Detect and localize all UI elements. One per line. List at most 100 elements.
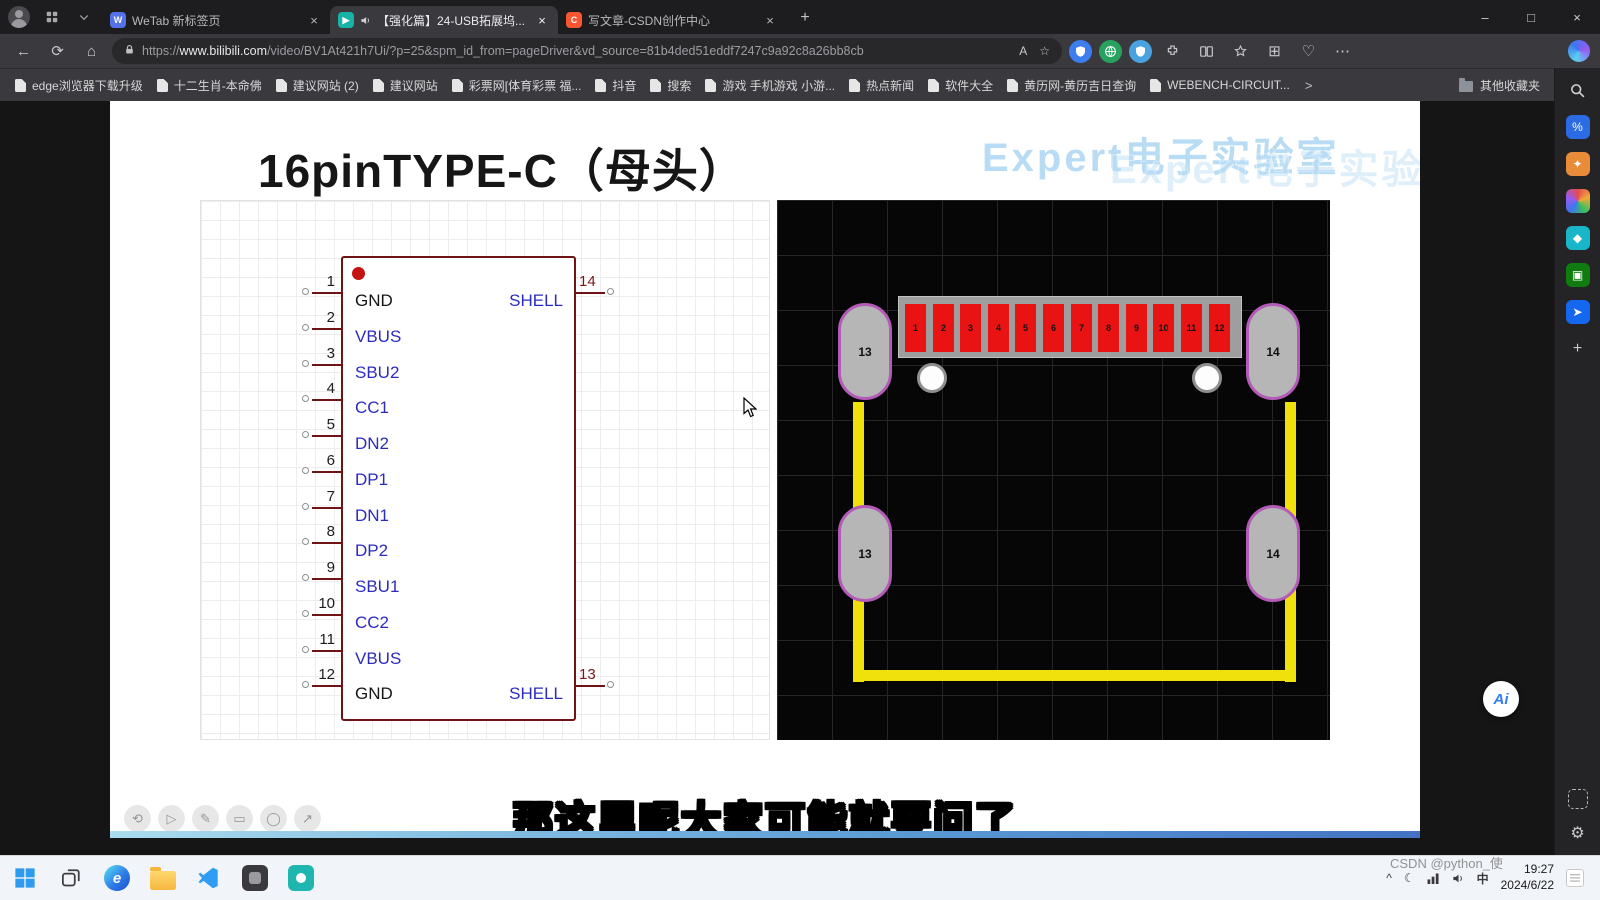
- sidebar-photos-icon[interactable]: [1565, 189, 1590, 213]
- sidebar-capture-icon[interactable]: [1567, 789, 1588, 809]
- bookmark-list: edge浏览器下载升级 十二生肖-本命佛 建议网站 (2) 建议网站 彩票网[体育彩票 …: [8, 73, 1297, 98]
- back-button[interactable]: ←: [10, 38, 37, 64]
- bookmark-item[interactable]: WEBENCH-CIRCUIT...: [1143, 74, 1297, 96]
- bookmark-label: 抖音: [612, 78, 637, 93]
- pcb-pad: 1: [905, 304, 926, 352]
- bookmark-label: 建议网站 (2): [292, 78, 359, 93]
- pin-label: DN1: [355, 506, 390, 525]
- browser-tab[interactable]: W WeTab 新标签页 ×: [102, 6, 330, 34]
- taskbar-explorer-icon[interactable]: [146, 861, 180, 895]
- browser-tab[interactable]: ▶ 【强化篇】24-USB拓展坞... ×: [330, 6, 558, 34]
- sidebar-bottom-icons: ⚙: [1555, 789, 1600, 845]
- home-button[interactable]: ⌂: [78, 38, 105, 64]
- sidebar-send-icon[interactable]: ➤: [1565, 300, 1590, 324]
- split-screen-icon[interactable]: [1193, 38, 1220, 64]
- sidebar-search-icon[interactable]: [1566, 78, 1590, 102]
- pcb-oval-pad: 13: [838, 505, 892, 602]
- browser-tab[interactable]: C 写文章-CSDN创作中心 ×: [558, 6, 786, 34]
- extensions-puzzle-icon[interactable]: [1159, 38, 1186, 64]
- tab-audio-icon[interactable]: [360, 15, 371, 26]
- ai-assistant-button[interactable]: Ai: [1483, 681, 1519, 717]
- sidebar-settings-icon[interactable]: ⚙: [1566, 821, 1590, 845]
- profile-avatar[interactable]: [8, 6, 30, 28]
- favorites-icon[interactable]: [1227, 38, 1254, 64]
- ime-indicator[interactable]: 中: [1477, 870, 1489, 887]
- minimize-button[interactable]: –: [1462, 0, 1508, 34]
- bookmark-item[interactable]: 黄历网-黄历吉日查询: [1000, 73, 1143, 98]
- extension-generic-icon[interactable]: [1129, 39, 1152, 63]
- video-player[interactable]: 16pinTYPE-C（母头） Expert电子实验室 Expert电子实验室 …: [110, 101, 1420, 838]
- pin-wire: [312, 507, 341, 509]
- bookmarks-overflow-button[interactable]: >: [1297, 78, 1321, 93]
- maximize-button[interactable]: □: [1508, 0, 1554, 34]
- pin-label: DP1: [355, 470, 389, 489]
- start-button[interactable]: [8, 861, 42, 895]
- bookmark-item[interactable]: 十二生肖-本命佛: [150, 73, 269, 98]
- clock-date: 2024/6/22: [1500, 878, 1554, 892]
- close-window-button[interactable]: ×: [1554, 0, 1600, 34]
- pin-number: 4: [326, 380, 335, 397]
- bookmark-item[interactable]: 建议网站: [366, 73, 445, 98]
- taskbar-clock[interactable]: 19:27 2024/6/22: [1501, 862, 1554, 893]
- pin-label: SHELL: [509, 291, 563, 310]
- network-icon[interactable]: [1427, 872, 1440, 884]
- pin-label: VBUS: [355, 649, 402, 668]
- bookmark-label: 建议网站: [389, 78, 438, 93]
- tab-close-icon[interactable]: ×: [762, 12, 778, 28]
- tab-close-icon[interactable]: ×: [306, 12, 322, 28]
- workspaces-icon[interactable]: [42, 7, 62, 27]
- bookmark-item[interactable]: edge浏览器下载升级: [8, 73, 150, 98]
- tray-expand-icon[interactable]: ^: [1386, 871, 1392, 885]
- favorite-star-icon[interactable]: ☆: [1039, 44, 1050, 58]
- sidebar-add-icon[interactable]: +: [1566, 337, 1590, 361]
- sidebar-designer-icon[interactable]: ◆: [1565, 226, 1590, 250]
- more-menu-icon[interactable]: ⋯: [1329, 38, 1356, 64]
- new-tab-button[interactable]: +: [792, 5, 818, 31]
- other-favorites-label: 其他收藏夹: [1479, 78, 1540, 93]
- tab-title: 写文章-CSDN创作中心: [588, 13, 710, 28]
- extension-shield-icon[interactable]: [1069, 39, 1092, 63]
- page-icon: [1007, 78, 1019, 92]
- volume-icon[interactable]: [1452, 873, 1465, 884]
- tab-favicon: C: [566, 12, 582, 28]
- task-view-button[interactable]: [54, 861, 88, 895]
- pcb-pad: 12: [1209, 304, 1230, 352]
- tab-close-icon[interactable]: ×: [534, 12, 550, 28]
- page-content: 16pinTYPE-C（母头） Expert电子实验室 Expert电子实验室 …: [0, 101, 1554, 855]
- taskbar-pinned-app-icon-1[interactable]: [238, 861, 272, 895]
- notification-icon[interactable]: [1566, 869, 1584, 887]
- extension-globe-icon[interactable]: [1099, 39, 1122, 63]
- bookmark-label: 黄历网-黄历吉日查询: [1024, 78, 1137, 93]
- bookmark-item[interactable]: 搜索: [643, 73, 698, 98]
- sidebar-games-icon[interactable]: ▣: [1565, 263, 1590, 287]
- collections-icon[interactable]: ⊞: [1261, 38, 1288, 64]
- pin-number: 8: [326, 523, 335, 540]
- taskbar-edge-icon[interactable]: e: [100, 861, 134, 895]
- night-mode-icon[interactable]: ☾: [1404, 871, 1415, 885]
- read-aloud-icon[interactable]: A: [1019, 44, 1027, 58]
- bookmark-item[interactable]: 彩票网[体育彩票 福...: [445, 73, 589, 98]
- bookmark-item[interactable]: 抖音: [588, 73, 643, 98]
- copilot-sidebar-icon[interactable]: [1568, 40, 1590, 62]
- pcb-pad: 6: [1043, 304, 1064, 352]
- address-bar[interactable]: https://www.bilibili.com/video/BV1At421h…: [112, 38, 1062, 64]
- sidebar-shopping-icon[interactable]: %: [1565, 115, 1590, 139]
- app-logo: [288, 865, 314, 891]
- taskbar-vscode-icon[interactable]: [192, 861, 226, 895]
- url-domain: www.bilibili.com: [179, 44, 268, 58]
- desktop: W WeTab 新标签页 × ▶ 【强化篇】24-USB拓展坞... × C 写文章-CSDN…: [0, 0, 1600, 900]
- bookmark-item[interactable]: 软件大全: [921, 73, 1000, 98]
- page-icon: [451, 78, 463, 92]
- bookmark-item[interactable]: 游戏 手机游戏 小游...: [698, 73, 842, 98]
- sidebar-tools-icon[interactable]: ✦: [1565, 152, 1590, 176]
- bookmark-item[interactable]: 热点新闻: [842, 73, 921, 98]
- clock-time: 19:27: [1523, 862, 1554, 877]
- sidebar-icons: % ✦ ◆ ▣ ➤ +: [1565, 78, 1590, 361]
- pin-wire: [312, 542, 341, 544]
- tab-actions-icon[interactable]: [74, 7, 94, 27]
- browser-essentials-icon[interactable]: ♡: [1295, 38, 1322, 64]
- other-favorites-button[interactable]: 其他收藏夹: [1458, 77, 1546, 94]
- bookmark-item[interactable]: 建议网站 (2): [269, 73, 366, 98]
- refresh-button[interactable]: ⟳: [44, 38, 71, 64]
- taskbar-pinned-app-icon-2[interactable]: [284, 861, 318, 895]
